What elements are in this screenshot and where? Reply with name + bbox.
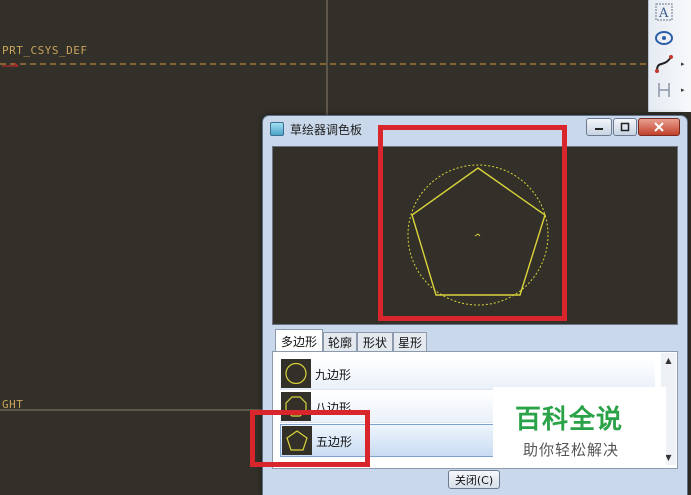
dialog-title: 草绘器调色板 (290, 123, 363, 137)
tab-profile[interactable]: 轮廓 (323, 332, 357, 352)
maximize-button[interactable] (613, 118, 637, 136)
scroll-up-icon[interactable]: ▲ (661, 353, 676, 368)
ellipse-icon[interactable] (653, 27, 675, 49)
csys-label: PRT_CSYS_DEF (2, 44, 88, 57)
expand-arrow-icon[interactable]: ▸ (681, 60, 685, 68)
app-icon (270, 122, 284, 136)
minimize-button[interactable] (586, 118, 612, 136)
tab-polygon[interactable]: 多边形 (275, 329, 323, 353)
annotation-box-preview (378, 125, 567, 321)
watermark-subtitle: 助你轻松解决 (523, 441, 620, 459)
list-item-label: 九边形 (315, 368, 352, 382)
dimension-icon[interactable] (653, 79, 675, 101)
nonagon-icon (281, 359, 311, 388)
svg-text:A: A (658, 6, 669, 21)
watermark: 百科全说 助你轻松解决 (493, 387, 666, 465)
maximize-icon (620, 122, 630, 132)
minimize-icon (595, 128, 603, 130)
tab-shape[interactable]: 形状 (357, 332, 393, 352)
spline-icon[interactable] (653, 53, 675, 75)
close-window-button[interactable] (638, 118, 680, 136)
expand-arrow-icon[interactable]: ▸ (681, 86, 685, 94)
watermark-title: 百科全说 (515, 405, 624, 435)
tab-star[interactable]: 星形 (393, 332, 427, 352)
reference-label: GHT (2, 398, 24, 411)
annotation-box-pentagon (250, 410, 370, 467)
close-icon (654, 122, 664, 132)
list-item-nonagon[interactable]: 九边形 (280, 358, 655, 390)
text-icon[interactable]: A (653, 1, 675, 23)
close-button[interactable]: 关闭(C) (448, 470, 500, 489)
sketch-toolbar: A ▸ ▸ (648, 0, 691, 112)
